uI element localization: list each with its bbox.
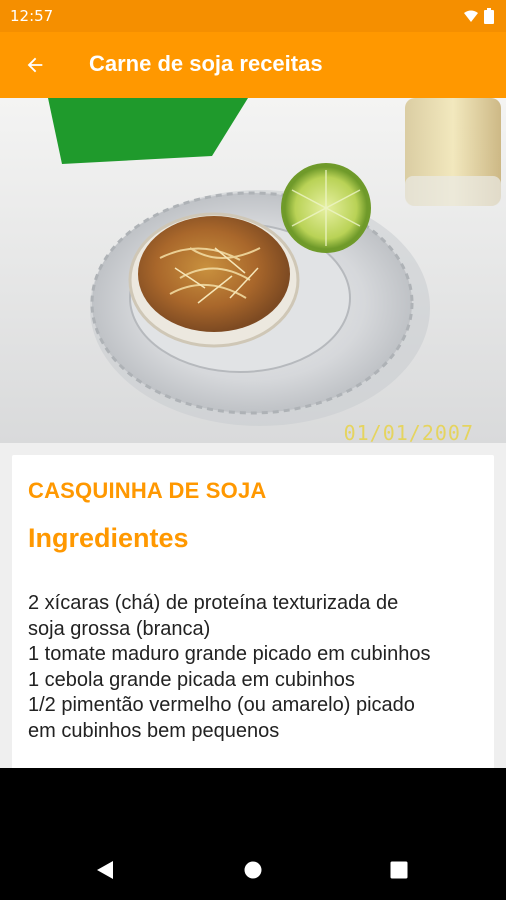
navigation-bar [0,768,506,900]
back-button[interactable] [14,44,56,86]
image-date-stamp: 01/01/2007 [343,421,474,445]
status-icons [464,8,494,24]
battery-icon [484,8,494,24]
recipe-content[interactable]: 01/01/2007 CASQUINHA DE SOJA Ingrediente… [0,98,506,768]
recipe-title: CASQUINHA DE SOJA [28,478,267,503]
wifi-icon [464,10,478,22]
recents-square-icon[interactable] [390,861,408,879]
recipe-photo [0,98,506,443]
ingredients-list: 2 xícaras (chá) de proteína texturizada … [28,592,431,742]
status-bar: 12:57 [0,0,506,32]
arrow-left-icon [27,57,43,73]
back-triangle-icon[interactable] [96,860,114,880]
app-bar: Carne de soja receitas [0,32,506,98]
recipe-card: CASQUINHA DE SOJA Ingredientes 2 xícaras… [12,455,494,768]
status-time: 12:57 [10,7,54,25]
app-title: Carne de soja receitas [89,51,323,76]
ingredients-heading: Ingredientes [28,523,189,553]
home-circle-icon[interactable] [244,861,262,879]
